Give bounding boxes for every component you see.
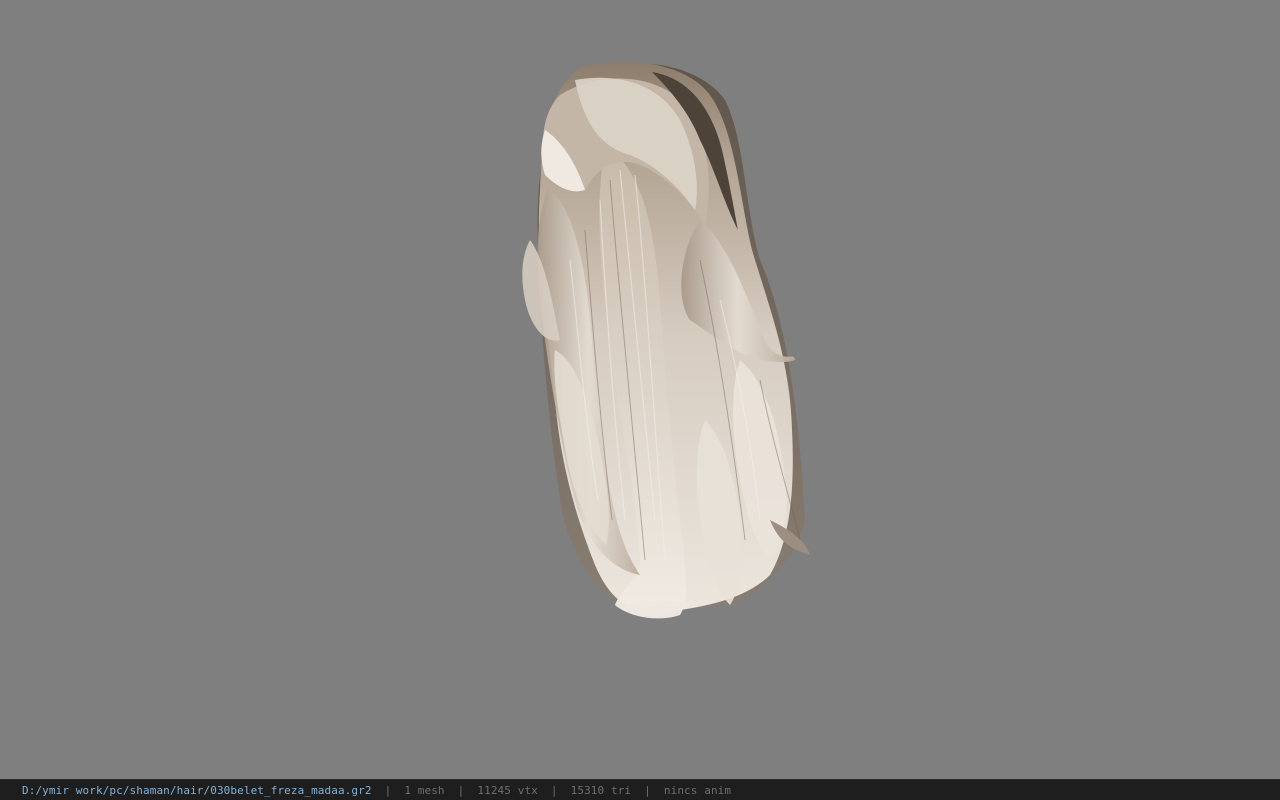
- status-bar: D:/ymir work/pc/shaman/hair/030belet_fre…: [0, 779, 1280, 800]
- file-path-label: D:/ymir work/pc/shaman/hair/030belet_fre…: [22, 783, 372, 797]
- status-separator: |: [384, 783, 392, 797]
- status-separator: |: [550, 783, 558, 797]
- triangle-count-label: 15310 tri: [570, 783, 632, 797]
- mesh-count-label: 1 mesh: [404, 783, 445, 797]
- 3d-viewport[interactable]: [0, 0, 1280, 779]
- animation-status-label: nincs anim: [663, 783, 732, 797]
- status-separator: |: [457, 783, 465, 797]
- status-separator: |: [644, 783, 651, 797]
- vertex-count-label: 11245 vtx: [477, 783, 538, 797]
- hair-model[interactable]: [0, 0, 1280, 779]
